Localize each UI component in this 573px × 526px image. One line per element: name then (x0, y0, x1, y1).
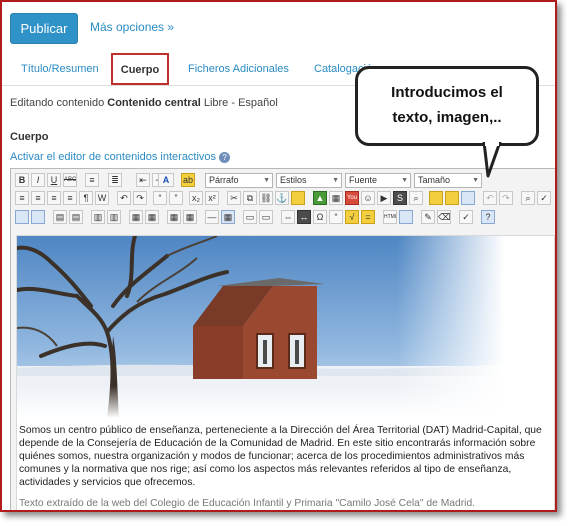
redo-format-icon[interactable]: ↷ (133, 191, 147, 205)
content-name: Contenido central (107, 97, 201, 109)
format-select[interactable]: Párrafo ▼ (205, 173, 273, 188)
size-select[interactable]: Tamaño ▼ (414, 173, 482, 188)
align-left-icon[interactable]: ≡ (15, 191, 29, 205)
cut-icon[interactable]: ✂ (227, 191, 241, 205)
spellcheck-icon[interactable]: ✓ (537, 191, 551, 205)
about-icon[interactable]: ? (481, 210, 495, 224)
align-justify-icon[interactable]: ≡ (63, 191, 77, 205)
align-center-icon[interactable]: ≡ (31, 191, 45, 205)
media-icon[interactable]: ▶ (377, 191, 391, 205)
link-icon[interactable]: ⛓ (259, 191, 273, 205)
help-icon[interactable]: ? (219, 151, 231, 163)
callout-line-2: texto, imagen,.. (392, 109, 502, 126)
annotation-callout: Introducimos el texto, imagen,.. (355, 66, 539, 146)
bold-icon[interactable]: B (15, 173, 29, 187)
undo-icon[interactable]: ↶ (483, 191, 497, 205)
special-char-icon[interactable]: Ω (313, 210, 327, 224)
editor-content-area[interactable]: Somos un centro público de enseñanza, pe… (16, 235, 555, 510)
italic-icon[interactable]: I (31, 173, 45, 187)
comment-icon[interactable] (291, 191, 305, 205)
edit-page-icon[interactable] (31, 210, 45, 224)
cell-split-icon[interactable]: ▦ (145, 210, 159, 224)
row-insert-before-icon[interactable]: ▤ (53, 210, 67, 224)
more-options-link[interactable]: Más opciones » (90, 20, 174, 34)
highlight-color-icon[interactable]: ab (181, 173, 195, 187)
image-icon[interactable]: ▲ (313, 191, 327, 205)
nbsp-icon[interactable]: ↔ (297, 210, 311, 224)
paste-word-icon[interactable]: W (95, 191, 109, 205)
cite-icon[interactable]: ” (169, 191, 183, 205)
underline-icon[interactable]: U (47, 173, 61, 187)
tab-cuerpo[interactable]: Cuerpo (111, 53, 169, 85)
eraser-icon[interactable]: ⌫ (437, 210, 451, 224)
activate-editor-row: Activar el editor de contenidos interact… (10, 151, 231, 163)
content-paragraph: Somos un centro público de enseñanza, pe… (19, 425, 542, 488)
align-right-icon[interactable]: ≡ (47, 191, 61, 205)
editor-toolbar-row-3: ▤ ▤ ▥ ▥ ▦ ▦ ▦ ▦ ― ▦ ▭ ▭ ⇔ ↔ Ω “ √ = HTML… (13, 210, 553, 227)
youtube-icon[interactable]: You (345, 191, 359, 205)
publish-button[interactable]: Publicar (10, 13, 78, 44)
style-select[interactable]: Estilos ▼ (276, 173, 342, 188)
undo-format-icon[interactable]: ↶ (117, 191, 131, 205)
redo-icon[interactable]: ↷ (499, 191, 513, 205)
content-credit: Texto extraído de la web del Colegio de … (19, 498, 476, 509)
paste-text-icon[interactable] (445, 191, 459, 205)
tab-titulo-resumen[interactable]: Título/Resumen (21, 63, 99, 75)
editor-toolbar-row-1: B I U ABC ≡ ≣ ⇤ ⇥ A ab Párrafo▼ Estilos▼… (13, 173, 553, 190)
cms-window: Publicar Más opciones » Título/Resumen C… (0, 0, 557, 512)
content-image[interactable] (17, 236, 505, 418)
ltr-icon[interactable]: ⇔ (281, 210, 295, 224)
callout-line-1: Introducimos el (391, 84, 503, 101)
cell-merge-icon[interactable]: ▦ (129, 210, 143, 224)
col-insert-before-icon[interactable]: ▥ (91, 210, 105, 224)
format-painter-icon[interactable]: ✎ (421, 210, 435, 224)
editing-prefix: Editando contenido (10, 97, 105, 109)
table-icon[interactable]: ▦ (221, 210, 235, 224)
editor-toolbar-row-2: ≡ ≡ ≡ ≡ ¶ W ↶ ↷ “ ” x₂ x² ✂ ⧉ ⛓ ⚓ ▲ ▦ Yo… (13, 191, 553, 208)
table-delete-icon[interactable]: ▦ (183, 210, 197, 224)
col-insert-after-icon[interactable]: ▥ (107, 210, 121, 224)
superscript-icon[interactable]: x² (205, 191, 219, 205)
preview-icon[interactable] (399, 210, 413, 224)
tab-ficheros-adicionales[interactable]: Ficheros Adicionales (188, 63, 289, 75)
new-page-icon[interactable] (15, 210, 29, 224)
font-color-icon[interactable]: A (158, 173, 174, 187)
font-select[interactable]: Fuente ▼ (345, 173, 411, 188)
print-icon[interactable] (461, 191, 475, 205)
callout-tail-shape (482, 142, 502, 178)
math-icon[interactable]: √ (345, 210, 359, 224)
search-icon[interactable]: ⌕ (521, 191, 535, 205)
strikethrough-icon[interactable]: ABC (63, 173, 77, 187)
bullet-list-icon[interactable]: ≡ (85, 173, 99, 187)
source-code-icon[interactable]: S (393, 191, 407, 205)
page-break-icon[interactable]: ▭ (259, 210, 273, 224)
emoticon-icon[interactable]: ☺ (361, 191, 375, 205)
quote-mark-icon[interactable]: “ (329, 210, 343, 224)
table-props-icon[interactable]: ▦ (167, 210, 181, 224)
table-insert-icon[interactable]: ▦ (329, 191, 343, 205)
editing-info: Editando contenido Contenido central Lib… (10, 97, 278, 109)
activate-editor-link[interactable]: Activar el editor de contenidos interact… (10, 151, 216, 163)
anchor-icon[interactable]: ⚓ (275, 191, 289, 205)
spellcheck-abc-icon[interactable]: ✓ (459, 210, 473, 224)
content-language: Libre - Español (203, 97, 278, 109)
paste-icon[interactable]: ¶ (79, 191, 93, 205)
hr-icon[interactable]: ― (205, 210, 219, 224)
outdent-icon[interactable]: ⇤ (136, 173, 150, 187)
find-replace-icon[interactable]: ⌕ (409, 191, 423, 205)
quote-icon[interactable]: “ (153, 191, 167, 205)
subscript-icon[interactable]: x₂ (189, 191, 203, 205)
section-title: Cuerpo (10, 131, 49, 143)
equals-icon[interactable]: = (361, 210, 375, 224)
copy-icon[interactable]: ⧉ (243, 191, 257, 205)
rich-text-editor: B I U ABC ≡ ≣ ⇤ ⇥ A ab Párrafo▼ Estilos▼… (10, 168, 555, 510)
template-icon[interactable] (429, 191, 443, 205)
image-frame-icon[interactable]: ▭ (243, 210, 257, 224)
numbered-list-icon[interactable]: ≣ (108, 173, 122, 187)
html-icon[interactable]: HTML (383, 210, 397, 224)
row-insert-after-icon[interactable]: ▤ (69, 210, 83, 224)
